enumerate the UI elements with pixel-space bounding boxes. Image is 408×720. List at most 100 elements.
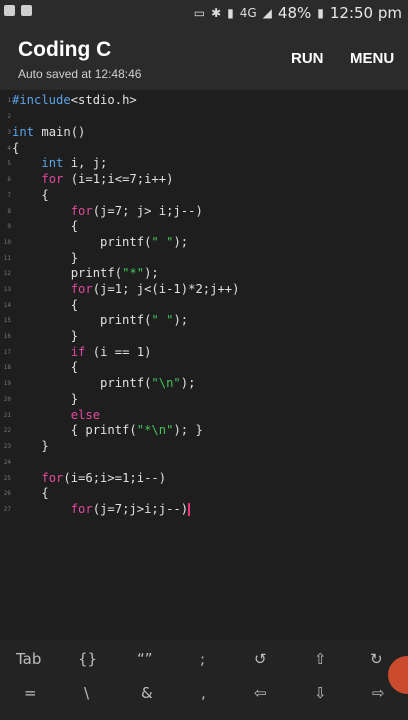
code-line[interactable]: 7 { [0,187,408,203]
code-text[interactable]: { [12,140,19,156]
key-tab[interactable]: Tab [16,650,41,668]
code-line[interactable]: 14 { [0,297,408,313]
code-text[interactable]: } [12,391,78,407]
code-text[interactable]: for(i=6;i>=1;i--) [12,470,166,486]
line-number: 23 [3,443,11,450]
code-line[interactable]: 26 { [0,485,408,501]
app-title: Coding C [18,38,112,61]
sim-icon: ▮ [227,6,234,20]
code-line[interactable]: 20 } [0,391,408,407]
bluetooth-icon: ✱ [211,6,222,20]
code-text[interactable]: { [12,187,48,203]
line-number: 24 [3,459,11,466]
status-bar: ▭ ✱ ▮ 4G ◢ 48% ▮ 12:50 pm [0,0,408,28]
code-line[interactable]: 27 for(j=7;j>i;j--) [0,501,408,517]
key-redo[interactable]: ↻ [370,650,383,668]
battery-icon: ▮ [317,6,324,20]
line-number: 8 [7,208,11,215]
code-text[interactable]: for(j=1; j<(i-1)*2;j++) [12,281,240,297]
code-line[interactable]: 13 for(j=1; j<(i-1)*2;j++) [0,281,408,297]
key-undo[interactable]: ↺ [254,650,267,668]
code-text[interactable]: { [12,218,78,234]
key-shift[interactable]: ⇧ [314,650,327,668]
autosave-status: Auto saved at 12:48:46 [18,67,142,81]
notification-icon [4,5,15,16]
battery-percent: 48% [277,4,312,22]
code-line[interactable]: 15 printf(" "); [0,312,408,328]
key-left-arrow[interactable]: ⇦ [254,684,267,702]
key-symbol[interactable]: , [201,684,206,702]
key-symbol[interactable]: {} [78,650,97,668]
code-text[interactable]: for(j=7; j> i;j--) [12,203,203,219]
code-line[interactable]: 1 #include<stdio.h> [0,92,408,108]
line-number: 19 [3,380,11,387]
status-right: ▭ ✱ ▮ 4G ◢ 48% ▮ 12:50 pm [194,4,402,22]
notification-icons [4,5,32,16]
code-line[interactable]: 18 { [0,359,408,375]
line-number: 11 [3,255,11,262]
line-number: 2 [7,113,11,120]
app-bar: Coding C Auto saved at 12:48:46 RUN MENU [0,28,408,90]
network-label: 4G [239,6,257,20]
code-text[interactable]: #include<stdio.h> [12,92,137,108]
code-line[interactable]: 8 for(j=7; j> i;j--) [0,203,408,219]
code-line[interactable]: 22 { printf("*\n"); } [0,422,408,438]
line-number: 27 [3,506,11,513]
menu-button[interactable]: MENU [350,50,394,67]
code-text[interactable]: printf(" "); [12,312,188,328]
key-right-arrow[interactable]: ⇨ [372,684,385,702]
code-text[interactable]: int i, j; [12,155,107,171]
code-text[interactable]: for (i=1;i<=7;i++) [12,171,173,187]
key-symbol[interactable]: “” [137,650,153,668]
line-number: 21 [3,412,11,419]
code-line[interactable]: 6 for (i=1;i<=7;i++) [0,171,408,187]
code-line[interactable]: 24 [0,454,408,470]
key-symbol[interactable]: & [141,684,153,702]
code-line[interactable]: 9 { [0,218,408,234]
line-number: 25 [3,475,11,482]
key-symbol[interactable]: \ [84,684,89,702]
code-text[interactable]: if (i == 1) [12,344,152,360]
code-line[interactable]: 21 else [0,407,408,423]
code-text[interactable]: { printf("*\n"); } [12,422,203,438]
line-number: 17 [3,349,11,356]
code-line[interactable]: 12 printf("*"); [0,265,408,281]
code-text[interactable]: else [12,407,100,423]
code-line[interactable]: 25 for(i=6;i>=1;i--) [0,470,408,486]
clock: 12:50 pm [329,4,402,22]
code-text[interactable]: } [12,438,48,454]
line-number: 5 [7,160,11,167]
key-symbol[interactable]: ; [200,650,205,668]
line-number: 7 [7,192,11,199]
code-line[interactable]: 19 printf("\n"); [0,375,408,391]
code-text[interactable]: { [12,359,78,375]
line-number: 10 [3,239,11,246]
code-editor[interactable]: 1 #include<stdio.h> 2 3 int main() 4{5 int i,… [0,90,408,640]
code-text[interactable]: { [12,485,48,501]
code-text[interactable]: } [12,250,78,266]
code-line[interactable]: 4{ [0,140,408,156]
key-down-arrow[interactable]: ⇩ [314,684,327,702]
code-text[interactable]: printf("\n"); [12,375,195,391]
code-line[interactable]: 5 int i, j; [0,155,408,171]
code-line[interactable]: 11 } [0,250,408,266]
run-button[interactable]: RUN [291,50,324,67]
code-text[interactable]: { [12,297,78,313]
code-line[interactable]: 17 if (i == 1) [0,344,408,360]
code-line[interactable]: 2 [0,108,408,124]
code-line[interactable]: 10 printf(" "); [0,234,408,250]
code-line[interactable]: 3 int main() [0,124,408,140]
symbol-keyboard: Tab {} “”; ↺ ⇧ ↻ = \ &, ⇦ ⇩ ⇨ [0,640,408,720]
line-number: 20 [3,396,11,403]
signal-icon: ◢ [262,6,272,20]
code-text[interactable]: printf(" "); [12,234,188,250]
code-text[interactable]: for(j=7;j>i;j--) [12,501,190,517]
line-number: 14 [3,302,11,309]
key-symbol[interactable]: = [24,684,37,702]
code-text[interactable]: printf("*"); [12,265,159,281]
code-line[interactable]: 23 } [0,438,408,454]
code-text[interactable]: } [12,328,78,344]
code-line[interactable]: 16 } [0,328,408,344]
line-number: 22 [3,427,11,434]
code-text[interactable]: int main() [12,124,85,140]
